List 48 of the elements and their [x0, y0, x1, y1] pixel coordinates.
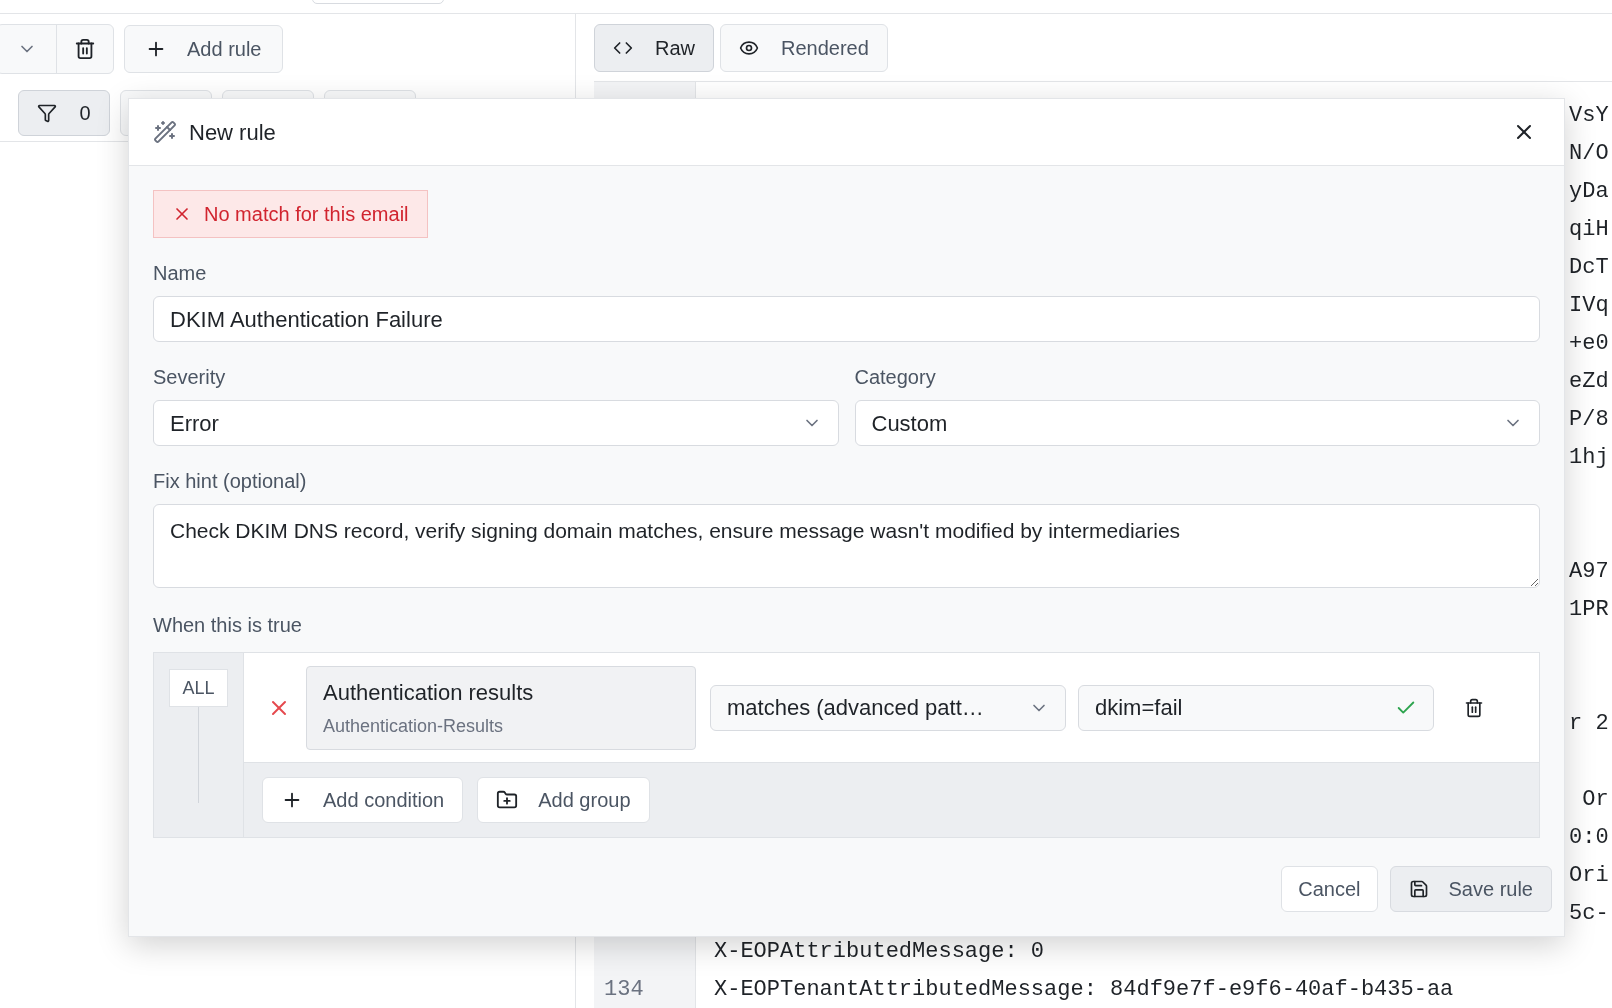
trash-icon — [74, 38, 96, 60]
code-line: qiH — [1569, 215, 1609, 244]
field-label: Name — [153, 261, 208, 286]
view-tab[interactable]: Rendered — [720, 23, 888, 72]
filter-button[interactable]: 0 — [18, 89, 110, 136]
field-label: Severity — [153, 365, 227, 390]
value-input[interactable]: dkim=fail — [1078, 684, 1434, 731]
code-line: eZd — [1569, 367, 1609, 396]
field-picker[interactable]: Authentication results Authentication-Results — [306, 665, 696, 750]
folder-plus-icon — [496, 789, 519, 811]
code-line: IVq — [1569, 291, 1609, 320]
code-line: 1PR — [1569, 595, 1609, 624]
operator-select[interactable]: matches (advanced patt… — [710, 684, 1066, 731]
funnel-icon — [37, 102, 58, 123]
code-line: A97 — [1569, 557, 1609, 586]
code-line: Ori — [1569, 861, 1609, 890]
severity-select[interactable]: Error — [153, 400, 839, 446]
fix-hint-textarea[interactable]: Check DKIM DNS record, verify signing domain matches, ensure message wasn't modified by intermediaries — [153, 504, 1540, 588]
code-line: 0:0 — [1569, 823, 1609, 852]
code-line: +e0 — [1569, 329, 1609, 358]
code-line: X-EOPAttributedMessage: 0 — [713, 937, 1045, 966]
line-number: 134 — [604, 975, 644, 1004]
category-select[interactable]: Custom — [854, 400, 1540, 446]
code-line: Or — [1581, 785, 1609, 814]
field-label: Fix hint (optional) — [153, 469, 308, 494]
code-line: 5c- — [1569, 899, 1609, 928]
dialog-title: New rule — [189, 118, 277, 147]
add-condition-button[interactable]: Add condition — [262, 777, 464, 823]
field-label: When this is true — [153, 613, 303, 638]
cancel-button[interactable]: Cancel — [1281, 866, 1378, 912]
wand-icon — [153, 120, 177, 144]
code-line: VsY — [1569, 101, 1609, 130]
code-line: yDa — [1569, 177, 1609, 206]
view-tab[interactable]: Raw — [594, 23, 714, 72]
code-line: r 2 — [1569, 709, 1609, 738]
code-line: P/8 — [1569, 405, 1609, 434]
add-rule-button[interactable]: Add rule — [124, 25, 283, 73]
name-input[interactable]: DKIM Authentication Failure — [153, 296, 1540, 342]
trash-icon — [1464, 697, 1484, 718]
add-group-button[interactable]: Add group — [477, 777, 650, 823]
combinator-label[interactable]: ALL — [169, 669, 228, 707]
code-line: DcT — [1569, 253, 1609, 282]
field-label: Category — [854, 365, 937, 390]
match-status-badge: No match for this email — [153, 190, 428, 238]
code-line: 1hj — [1569, 443, 1609, 472]
save-rule-button[interactable]: Save rule — [1389, 866, 1552, 912]
code-line: X-EOPTenantAttributedMessage: 84df9e7f-e9f6-40af-b435-aa — [713, 975, 1454, 1004]
code-line: N/O — [1569, 139, 1609, 168]
